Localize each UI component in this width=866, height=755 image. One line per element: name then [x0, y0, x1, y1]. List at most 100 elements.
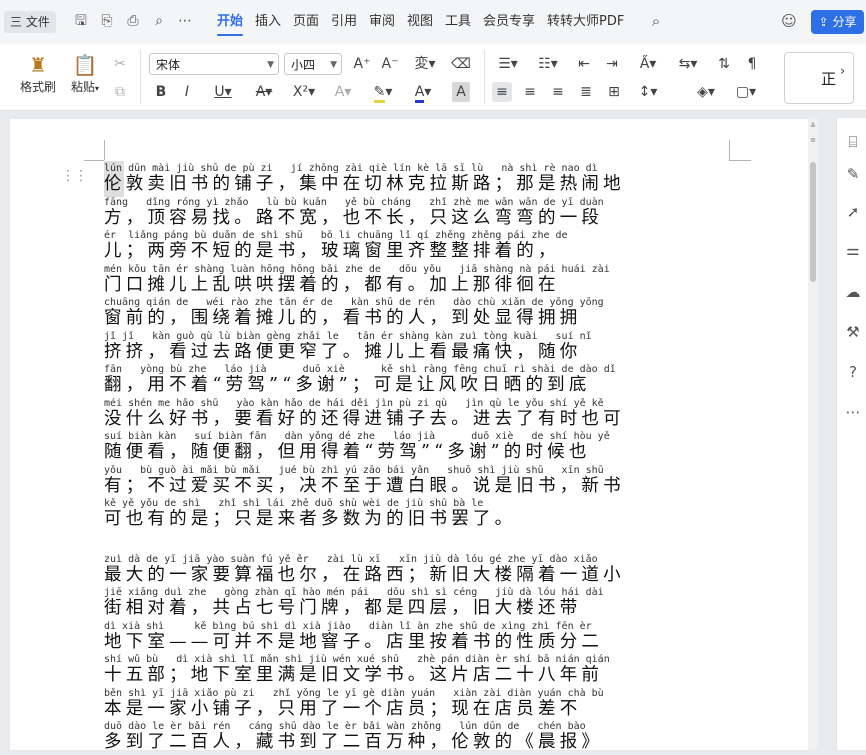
strikethrough-icon[interactable]: A▾	[251, 82, 277, 102]
bullet-list-icon[interactable]: ☰▾	[494, 54, 522, 74]
format-painter-button[interactable]: ♜ 格式刷	[18, 52, 58, 95]
tab-references[interactable]: 引用	[331, 13, 357, 31]
active-tab-indicator	[217, 34, 243, 36]
tab-review[interactable]: 审阅	[369, 13, 395, 31]
cut-icon[interactable]: ✂	[110, 54, 130, 74]
superscript-icon[interactable]: X²▾	[290, 82, 318, 102]
hanzi-text: 门口摊儿上乱哄哄摆着的，都有。加上那徘徊在	[104, 274, 560, 295]
pinyin-annotation: běn shì yī jiā xiǎo pù zi zhǐ yǒng le yī…	[104, 687, 604, 699]
select-cursor-icon[interactable]: ➚	[843, 202, 863, 222]
crop-mark	[104, 140, 105, 160]
text-line: duō dào le èr bǎi rén cáng shū dào le èr…	[104, 721, 730, 755]
decrease-indent-icon[interactable]: ⇤	[574, 54, 594, 74]
show-marks-icon[interactable]: ¶	[742, 54, 762, 74]
scroll-up-icon[interactable]: ≚	[808, 122, 818, 130]
ribbon-toolbar: ♜ 格式刷 📋 粘贴▾ ✂ ⧉ 宋体 ▼ 小四 ▼ A⁺ A⁻ 変▾ ⌫ B I…	[0, 44, 866, 111]
scrollbar-thumb[interactable]	[810, 162, 816, 282]
numbered-list-icon[interactable]: ☷▾	[534, 54, 562, 74]
char-shading-icon[interactable]: A	[452, 82, 470, 102]
pinyin-annotation: jǐ jǐ kàn guò qù lù biàn gèng zhǎi le tā…	[104, 330, 592, 342]
share-button[interactable]: ⇪ 分享	[811, 10, 864, 34]
font-size-select[interactable]: 小四 ▼	[284, 53, 342, 75]
print-preview-icon[interactable]: ⌕	[150, 12, 168, 30]
tab-pdf-master[interactable]: 转转大师PDF	[547, 13, 624, 31]
settings-sliders-icon[interactable]: ⚌	[843, 240, 863, 260]
font-color-icon[interactable]: A▾	[408, 82, 438, 103]
justify-icon[interactable]: ≣	[576, 82, 596, 102]
increase-indent-icon[interactable]: ⇥	[602, 54, 622, 74]
align-center-icon[interactable]: ≡	[520, 82, 540, 102]
increase-font-icon[interactable]: A⁺	[352, 54, 372, 74]
text-line: yǒu bù guò ài mǎi bù mǎi jué bù zhì yú z…	[104, 465, 730, 499]
pinyin-annotation: zuì dà de yī jiā yào suàn fú yě ěr zài l…	[104, 553, 598, 565]
text-line: jǐ jǐ kàn guò qù lù biàn gèng zhǎi le tā…	[104, 331, 730, 365]
line-spacing-icon[interactable]: ↕▾	[634, 82, 662, 102]
collapse-panel-icon[interactable]: ⌸	[843, 132, 863, 152]
print-icon[interactable]: ⎙	[124, 12, 142, 30]
file-menu-button[interactable]: 三 文件	[4, 11, 56, 33]
font-name-select[interactable]: 宋体 ▼	[149, 53, 279, 75]
more-options-icon[interactable]: ⋯	[843, 402, 863, 422]
highlight-icon[interactable]: ✎▾	[369, 82, 397, 103]
tab-insert[interactable]: 插入	[255, 13, 281, 31]
tab-page[interactable]: 页面	[293, 13, 319, 31]
distributed-align-icon[interactable]: ⊞	[604, 82, 624, 102]
align-left-icon[interactable]: ≡	[492, 82, 512, 102]
pinyin-annotation: duō dào le èr bǎi rén cáng shū dào le èr…	[104, 721, 586, 732]
save-icon[interactable]: 🖫	[72, 12, 90, 30]
hanzi-text: 方，顶容易找。路不宽，也不长，只这么弯弯的一段	[104, 207, 604, 228]
tab-tools[interactable]: 工具	[445, 13, 471, 31]
italic-icon[interactable]: I	[178, 82, 196, 102]
text-line: shí wǔ bù dì xià shì lǐ mǎn shì jiù wén …	[104, 654, 730, 688]
text-line: chuāng qián de wéi rào zhe tān ér de kàn…	[104, 297, 730, 331]
paste-label: 粘贴	[70, 80, 95, 94]
chevron-right-icon[interactable]: ›	[840, 64, 845, 79]
borders-icon[interactable]: ▢▾	[732, 82, 760, 102]
sync-cloud-icon[interactable]: ☁	[843, 282, 863, 302]
crop-mark	[729, 160, 751, 161]
tools-icon[interactable]: ⚒	[843, 322, 863, 342]
text-direction-icon[interactable]: ⇆▾	[674, 54, 702, 74]
decrease-font-icon[interactable]: A⁻	[380, 54, 400, 74]
tab-member[interactable]: 会员专享	[483, 13, 535, 31]
pinyin-annotation: fān yòng bù zhe láo jià duō xiè kě shì r…	[104, 364, 616, 375]
tab-home[interactable]: 开始	[217, 13, 243, 31]
text-line: lún dūn mài jiù shū de pù zi jí zhōng zà…	[104, 163, 730, 197]
copy-icon[interactable]: ⧉	[110, 82, 130, 102]
tab-view[interactable]: 视图	[407, 13, 433, 31]
bold-icon[interactable]: B	[152, 82, 170, 102]
hanzi-text: 可也有的是；只是来者多数为的旧书罢了。	[104, 509, 517, 529]
text-line: suí biàn kàn suí biàn fān dàn yǒng dé zh…	[104, 431, 730, 465]
underline-icon[interactable]: U▾	[210, 82, 236, 102]
edit-pen-icon[interactable]: ✎	[843, 164, 863, 184]
vertical-scrollbar[interactable]: ≚ ≡	[808, 118, 818, 750]
right-side-panel: ⌸ ✎ ➚ ⚌ ☁ ⚒ ? ⋯	[836, 118, 866, 750]
shading-icon[interactable]: ◈▾	[692, 82, 720, 102]
search-icon[interactable]: ⌕	[647, 12, 665, 30]
scroll-split-icon[interactable]: ≡	[808, 136, 818, 144]
text-line: dì xià shì kě bìng bú shì dì xià jiào di…	[104, 621, 730, 655]
text-effect-icon[interactable]: A▾	[330, 82, 356, 102]
hanzi-text: 儿；两旁不短的是书，玻璃窗里齐整整排着的，	[104, 241, 560, 261]
clear-format-icon[interactable]: ⌫	[451, 54, 471, 74]
pinyin-annotation: suí biàn kàn suí biàn fān dàn yǒng dé zh…	[104, 431, 610, 442]
sort-icon[interactable]: ⇅	[714, 54, 734, 74]
chat-icon[interactable]: ☺	[780, 12, 798, 30]
pinyin-annotation: yǒu bù guò ài mǎi bù mǎi jué bù zhì yú z…	[104, 464, 604, 476]
more-icon[interactable]: ⋯	[176, 12, 194, 30]
pinyin-annotation: shí wǔ bù dì xià shì lǐ mǎn shì jiù wén …	[104, 654, 610, 665]
paragraph-drag-handle-icon[interactable]: ⋮⋮	[61, 168, 88, 184]
paste-button[interactable]: 📋 粘贴▾	[66, 52, 104, 95]
format-painter-label: 格式刷	[19, 80, 56, 94]
hanzi-text: 最大的一家要算福也尔，在路西；新旧大楼隔着一道小	[104, 564, 625, 585]
text-line: jiē xiāng duì zhe gòng zhàn qī hào mén p…	[104, 587, 730, 621]
phonetic-guide-icon[interactable]: 変▾	[410, 54, 440, 74]
help-icon[interactable]: ?	[843, 362, 863, 382]
align-right-icon[interactable]: ≡	[548, 82, 568, 102]
share-label: 分享	[832, 15, 857, 29]
chinese-layout-icon[interactable]: A̋▾	[632, 54, 664, 74]
pinyin-annotation: ér liǎng páng bù duǎn de shì shū bō li c…	[104, 230, 568, 241]
text-line: kě yě yǒu de shì zhǐ shì lái zhě duō shù…	[104, 498, 730, 532]
export-icon[interactable]: ⎘	[98, 12, 116, 30]
document-body[interactable]: lún dūn mài jiù shū de pù zi jí zhōng zà…	[104, 163, 730, 755]
